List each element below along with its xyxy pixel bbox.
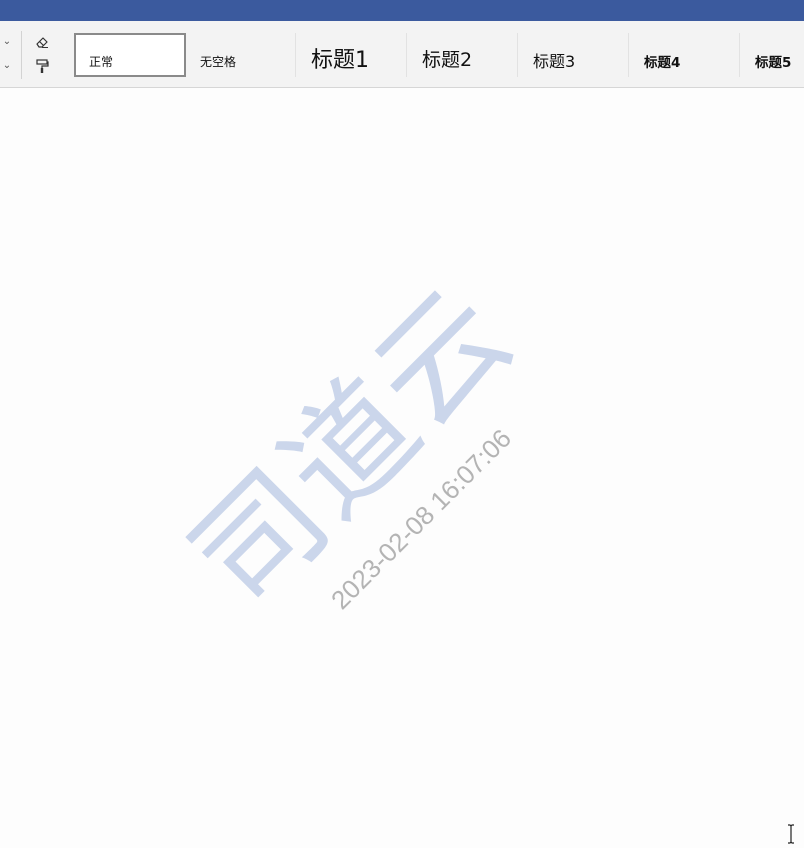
style-heading-3[interactable]: 标题3 bbox=[518, 33, 629, 77]
style-label: 标题2 bbox=[422, 49, 473, 71]
style-no-spacing[interactable]: 无空格 bbox=[186, 33, 296, 77]
style-normal[interactable]: 正常 bbox=[74, 33, 186, 77]
chevron-down-icon[interactable]: ⌄ bbox=[2, 36, 12, 48]
title-bar bbox=[0, 0, 804, 21]
style-label: 标题4 bbox=[644, 55, 681, 71]
style-label: 标题1 bbox=[311, 48, 369, 73]
style-heading-5[interactable]: 标题5 bbox=[740, 33, 804, 77]
chevron-down-icon[interactable]: ⌄ bbox=[2, 60, 12, 72]
style-label: 标题5 bbox=[755, 55, 792, 71]
eraser-icon[interactable] bbox=[34, 34, 50, 50]
style-label: 标题3 bbox=[533, 52, 576, 71]
ribbon-toolbar: ⌄ ⌄ 正常 无空格 标题1 标题2 标题3 标题4 标题5 bbox=[0, 21, 804, 88]
style-heading-2[interactable]: 标题2 bbox=[407, 33, 518, 77]
style-label: 正常 bbox=[89, 55, 114, 69]
styles-gallery: 正常 无空格 标题1 标题2 标题3 标题4 标题5 bbox=[74, 33, 804, 77]
toolbar-divider bbox=[21, 31, 22, 79]
style-heading-1[interactable]: 标题1 bbox=[296, 33, 407, 77]
text-cursor-icon bbox=[786, 824, 796, 844]
style-label: 无空格 bbox=[200, 55, 237, 69]
style-heading-4[interactable]: 标题4 bbox=[629, 33, 740, 77]
format-painter-icon[interactable] bbox=[34, 58, 50, 74]
